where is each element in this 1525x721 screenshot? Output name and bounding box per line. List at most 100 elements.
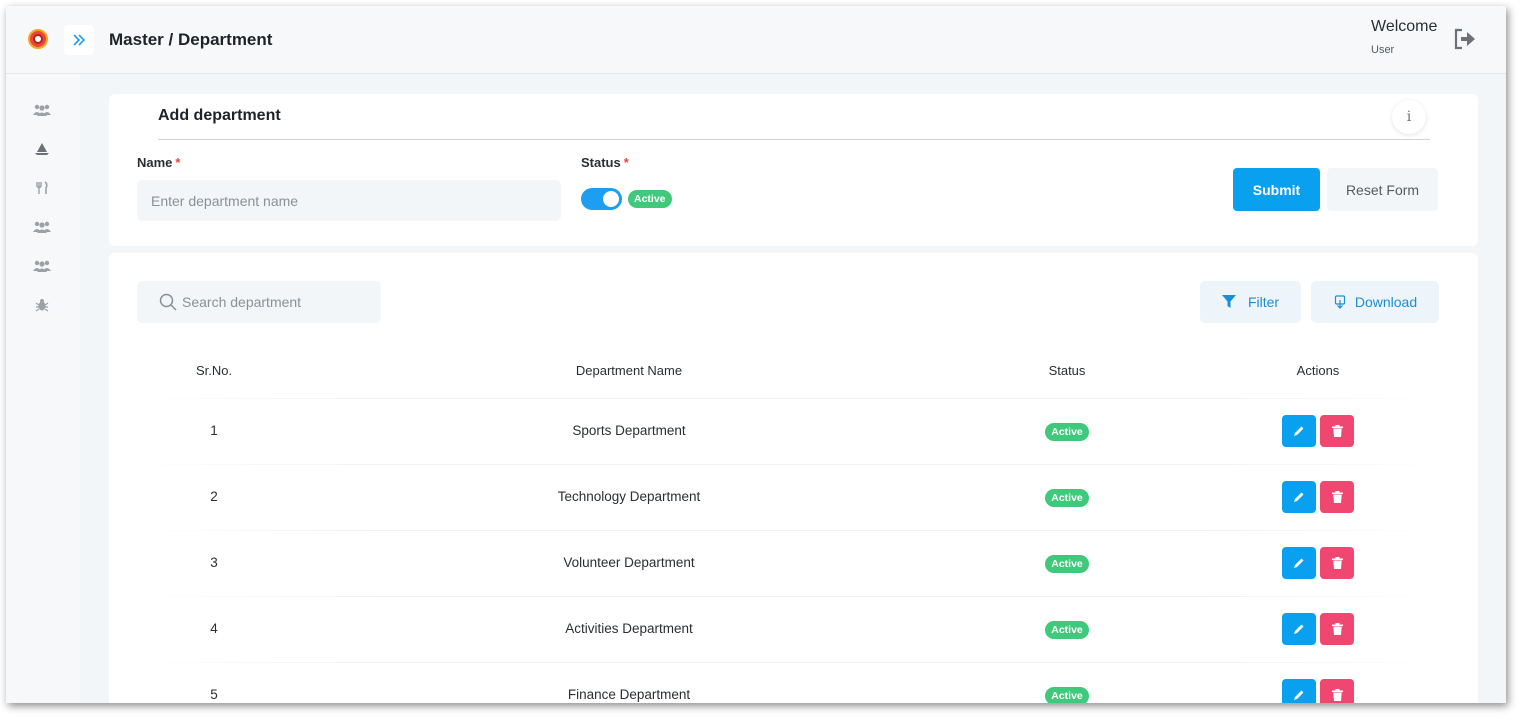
- sidebar-item-bugs[interactable]: [33, 297, 51, 313]
- column-header: Actions: [1296, 363, 1340, 378]
- filter-button[interactable]: Filter: [1200, 281, 1301, 323]
- edit-button[interactable]: [1282, 679, 1316, 703]
- sidebar-item-members[interactable]: [33, 258, 51, 274]
- pencil-icon: [1294, 492, 1304, 502]
- row-actions: [1282, 613, 1354, 645]
- sidebar: [6, 74, 80, 703]
- ship-icon: [35, 143, 49, 155]
- chevrons-right-icon: [73, 34, 86, 46]
- delete-button[interactable]: [1320, 679, 1354, 703]
- row-actions: [1282, 547, 1354, 579]
- welcome-text: Welcome: [1371, 18, 1438, 35]
- delete-button[interactable]: [1320, 415, 1354, 447]
- sr-no-cell: 1: [210, 423, 218, 438]
- status-cell: Active: [1017, 555, 1117, 573]
- sr-no-cell: 4: [210, 621, 218, 636]
- search-icon: [159, 293, 177, 311]
- column-header: Department Name: [575, 363, 683, 378]
- department-name-input[interactable]: [137, 180, 561, 221]
- app-window: Master / Department Welcome User Add dep…: [6, 6, 1506, 703]
- row-actions: [1282, 481, 1354, 513]
- utensils-icon: [36, 181, 48, 194]
- edit-button[interactable]: [1282, 547, 1316, 579]
- table-row: 5 Finance Department Active: [129, 662, 1449, 703]
- edit-button[interactable]: [1282, 481, 1316, 513]
- bug-icon: [35, 299, 49, 312]
- sidebar-toggle-button[interactable]: [64, 25, 94, 55]
- status-cell: Active: [1017, 621, 1117, 639]
- delete-button[interactable]: [1320, 547, 1354, 579]
- pencil-icon: [1294, 624, 1304, 634]
- card-title: Add department: [158, 107, 281, 124]
- status-badge: Active: [1045, 621, 1089, 639]
- sidebar-item-food[interactable]: [33, 180, 51, 196]
- table-row: 1 Sports Department Active: [129, 398, 1449, 464]
- column-header: Status: [1048, 363, 1086, 378]
- add-department-card: Add department i Name* Status* Active Su…: [109, 94, 1478, 246]
- status-cell: Active: [1017, 489, 1117, 507]
- pencil-icon: [1294, 690, 1304, 700]
- row-actions: [1282, 679, 1354, 703]
- filter-label: Filter: [1247, 294, 1280, 310]
- row-actions: [1282, 415, 1354, 447]
- download-icon: [1334, 295, 1345, 309]
- search-box: [137, 281, 381, 323]
- users-icon: [33, 260, 51, 272]
- status-badge: Active: [1045, 687, 1089, 703]
- reset-form-button[interactable]: Reset Form: [1327, 168, 1438, 211]
- info-button[interactable]: i: [1392, 100, 1426, 134]
- table-row: 2 Technology Department Active: [129, 464, 1449, 530]
- divider: [158, 139, 1430, 140]
- edit-button[interactable]: [1282, 415, 1316, 447]
- delete-button[interactable]: [1320, 613, 1354, 645]
- status-label-text: Status: [581, 155, 621, 170]
- sr-no-cell: 3: [210, 555, 218, 570]
- department-name-cell: Volunteer Department: [563, 555, 695, 570]
- sr-no-cell: 2: [210, 489, 218, 504]
- table-row: 3 Volunteer Department Active: [129, 530, 1449, 596]
- page-title: Master / Department: [109, 30, 273, 49]
- sidebar-item-users[interactable]: [33, 102, 51, 118]
- trash-icon: [1331, 491, 1343, 503]
- submit-button[interactable]: Submit: [1233, 168, 1320, 211]
- status-badge: Active: [1045, 555, 1089, 573]
- user-name: User: [1371, 44, 1395, 56]
- logout-icon[interactable]: [1453, 28, 1477, 50]
- department-name-cell: Sports Department: [572, 423, 686, 438]
- filter-icon: [1221, 295, 1236, 308]
- pencil-icon: [1294, 558, 1304, 568]
- trash-icon: [1331, 557, 1343, 569]
- required-mark: *: [175, 155, 181, 170]
- logo-icon[interactable]: [28, 29, 48, 49]
- trash-icon: [1331, 623, 1343, 635]
- sidebar-item-groups[interactable]: [33, 219, 51, 235]
- status-cell: Active: [1017, 687, 1117, 703]
- department-name-cell: Activities Department: [565, 621, 693, 636]
- sr-no-cell: 5: [210, 687, 218, 702]
- trash-icon: [1331, 425, 1343, 437]
- edit-button[interactable]: [1282, 613, 1316, 645]
- department-name-cell: Technology Department: [557, 489, 701, 504]
- delete-button[interactable]: [1320, 481, 1354, 513]
- download-label: Download: [1354, 294, 1418, 310]
- column-header: Sr.No.: [195, 363, 233, 378]
- trash-icon: [1331, 689, 1343, 701]
- department-list-card: Filter Download Sr.No. Department Name S…: [109, 253, 1478, 703]
- table-row: 4 Activities Department Active: [129, 596, 1449, 662]
- table-header: Sr.No. Department Name Status Actions: [109, 363, 1478, 383]
- department-name-cell: Finance Department: [567, 687, 691, 702]
- download-button[interactable]: Download: [1311, 281, 1439, 323]
- status-badge: Active: [628, 190, 672, 208]
- search-input[interactable]: [182, 281, 372, 323]
- sidebar-item-ship[interactable]: [33, 141, 51, 157]
- status-badge: Active: [1045, 489, 1089, 507]
- name-label: Name *: [137, 155, 180, 170]
- status-cell: Active: [1017, 423, 1117, 441]
- required-mark: *: [623, 155, 629, 170]
- status-toggle[interactable]: [581, 188, 622, 210]
- top-header: Master / Department Welcome User: [6, 6, 1506, 74]
- status-label: Status *: [581, 155, 629, 170]
- pencil-icon: [1294, 426, 1304, 436]
- users-icon: [33, 221, 51, 233]
- status-badge: Active: [1045, 423, 1089, 441]
